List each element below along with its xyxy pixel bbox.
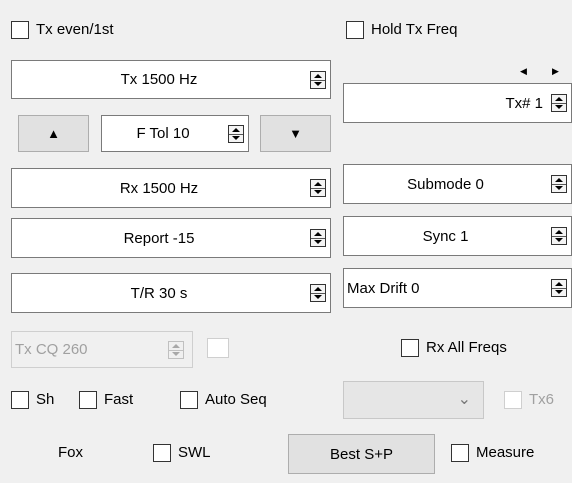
stepper-down-icon xyxy=(169,350,183,358)
tx-frequency-stepper[interactable] xyxy=(310,70,326,89)
submode-spinbox[interactable]: Submode 0 xyxy=(343,164,572,204)
max-drift-spinbox[interactable]: Max Drift 0 xyxy=(343,268,572,308)
tx-number-value: Tx# 1 xyxy=(505,94,543,112)
down-arrow-button[interactable]: ▼ xyxy=(260,115,331,152)
measure-checkbox[interactable] xyxy=(451,444,469,462)
stepper-down-icon[interactable] xyxy=(552,288,566,296)
sync-stepper[interactable] xyxy=(551,227,567,245)
best-sp-button[interactable]: Best S+P xyxy=(288,434,435,474)
max-drift-value: Max Drift 0 xyxy=(347,279,420,297)
tr-period-value: T/R 30 s xyxy=(130,284,188,302)
nav-left-icon[interactable]: ◀ xyxy=(520,66,527,76)
report-value: Report -15 xyxy=(123,229,195,247)
rx-frequency-spinbox[interactable]: Rx 1500 Hz xyxy=(11,168,331,208)
stepper-down-icon[interactable] xyxy=(552,103,566,111)
stepper-down-icon[interactable] xyxy=(311,293,325,301)
stepper-down-icon[interactable] xyxy=(229,134,243,142)
stepper-down-icon[interactable] xyxy=(311,238,325,246)
rx-all-freqs-label: Rx All Freqs xyxy=(426,339,507,356)
tr-period-stepper[interactable] xyxy=(310,284,326,302)
up-arrow-button[interactable]: ▲ xyxy=(18,115,89,152)
swl-label: SWL xyxy=(178,444,211,461)
mode-dropdown: ⌄ xyxy=(343,381,484,419)
rx-frequency-value: Rx 1500 Hz xyxy=(119,179,199,197)
chevron-down-icon: ⌄ xyxy=(457,391,471,408)
submode-stepper[interactable] xyxy=(551,175,567,193)
tx6-checkbox xyxy=(504,391,522,409)
tr-period-spinbox[interactable]: T/R 30 s xyxy=(11,273,331,313)
tx-cq-checkbox xyxy=(207,338,229,358)
tx6-label: Tx6 xyxy=(529,391,555,408)
auto-seq-checkbox[interactable] xyxy=(180,391,198,409)
measure-label: Measure xyxy=(476,444,535,461)
report-spinbox[interactable]: Report -15 xyxy=(11,218,331,258)
sh-checkbox[interactable] xyxy=(11,391,29,409)
rx-all-freqs-checkbox[interactable] xyxy=(401,339,419,357)
report-stepper[interactable] xyxy=(310,229,326,247)
f-tol-spinbox[interactable]: F Tol 10 xyxy=(101,115,249,152)
tx-even-checkbox[interactable] xyxy=(11,21,29,39)
sync-spinbox[interactable]: Sync 1 xyxy=(343,216,572,256)
rx-frequency-stepper[interactable] xyxy=(310,179,326,197)
tx-cq-value: Tx CQ 260 xyxy=(15,341,88,358)
sh-label: Sh xyxy=(36,391,55,408)
hold-tx-freq-label: Hold Tx Freq xyxy=(371,21,458,38)
stepper-down-icon[interactable] xyxy=(552,184,566,192)
stepper-down-icon[interactable] xyxy=(311,188,325,196)
sync-value: Sync 1 xyxy=(422,227,469,245)
stepper-down-icon[interactable] xyxy=(552,236,566,244)
f-tol-value: F Tol 10 xyxy=(136,125,190,142)
fast-label: Fast xyxy=(104,391,134,408)
swl-checkbox[interactable] xyxy=(153,444,171,462)
tx-number-stepper[interactable] xyxy=(551,94,567,112)
hold-tx-freq-checkbox[interactable] xyxy=(346,21,364,39)
fox-label: Fox xyxy=(58,444,84,461)
tx-frequency-spinbox[interactable]: Tx 1500 Hz xyxy=(11,60,331,99)
submode-value: Submode 0 xyxy=(407,175,484,193)
stepper-down-icon[interactable] xyxy=(311,80,325,88)
f-tol-stepper[interactable] xyxy=(228,124,244,143)
tx-cq-spinbox: Tx CQ 260 xyxy=(11,331,193,368)
tx-number-spinbox[interactable]: Tx# 1 xyxy=(343,83,572,123)
auto-seq-label: Auto Seq xyxy=(205,391,267,408)
max-drift-stepper[interactable] xyxy=(551,279,567,297)
nav-right-icon[interactable]: ▶ xyxy=(552,66,559,76)
tx-cq-stepper xyxy=(168,340,184,359)
tx-even-label: Tx even/1st xyxy=(36,21,114,38)
tx-frequency-value: Tx 1500 Hz xyxy=(120,71,198,88)
fast-checkbox[interactable] xyxy=(79,391,97,409)
